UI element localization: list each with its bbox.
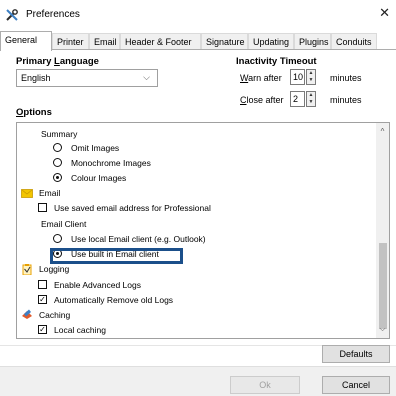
- spin-up-icon[interactable]: ▲: [307, 92, 315, 99]
- close-icon[interactable]: ✕: [379, 6, 390, 19]
- tab-email[interactable]: Email: [89, 33, 120, 50]
- preferences-tools-icon: [6, 9, 18, 21]
- auto-remove-logs-label[interactable]: Automatically Remove old Logs: [54, 295, 173, 305]
- local-caching-label[interactable]: Local caching: [54, 325, 106, 335]
- options-label: Options: [16, 107, 52, 118]
- warn-after-label: Warn after: [240, 73, 282, 83]
- primary-language-label: Primary Language: [16, 56, 99, 67]
- scroll-down-icon[interactable]: ⌵: [376, 324, 389, 334]
- email-client-heading: Email Client: [41, 219, 87, 229]
- colour-images-label[interactable]: Colour Images: [71, 173, 126, 183]
- omit-images-label[interactable]: Omit Images: [71, 143, 119, 153]
- language-select[interactable]: English ⌵: [16, 69, 158, 87]
- title-bar: Preferences ✕: [0, 0, 396, 28]
- monochrome-images-label[interactable]: Monochrome Images: [71, 158, 151, 168]
- use-saved-email-checkbox[interactable]: [38, 203, 47, 212]
- selection-highlight-box: [50, 248, 183, 264]
- footer-bar: Ok Cancel: [0, 366, 396, 396]
- use-saved-email-label[interactable]: Use saved email address for Professional: [54, 203, 211, 213]
- tab-signature[interactable]: Signature: [201, 33, 248, 50]
- email-heading: Email: [39, 188, 61, 198]
- options-scrollbar[interactable]: ^ ⌵: [376, 123, 389, 338]
- tab-plugins[interactable]: Plugins: [294, 33, 331, 50]
- language-selected-value: English: [21, 73, 51, 83]
- scrollbar-thumb[interactable]: [379, 243, 387, 329]
- spin-down-icon[interactable]: ▼: [307, 77, 315, 84]
- close-unit-label: minutes: [330, 95, 362, 105]
- warn-after-input[interactable]: 10: [290, 69, 305, 85]
- local-caching-checkbox[interactable]: ✓: [38, 325, 47, 334]
- omit-images-radio[interactable]: [53, 143, 62, 152]
- tab-updating[interactable]: Updating: [248, 33, 294, 50]
- cancel-button[interactable]: Cancel: [322, 376, 390, 394]
- caching-icon: [22, 309, 32, 319]
- summary-heading: Summary: [41, 129, 78, 139]
- inactivity-timeout-label: Inactivity Timeout: [236, 56, 317, 67]
- tab-strip: General Printer Email Header & Footer Si…: [0, 31, 396, 51]
- caching-heading: Caching: [39, 310, 71, 320]
- tab-header-footer[interactable]: Header & Footer: [120, 33, 201, 50]
- spin-down-icon[interactable]: ▼: [307, 99, 315, 106]
- email-envelope-icon: [21, 189, 33, 198]
- use-local-client-label[interactable]: Use local Email client (e.g. Outlook): [71, 234, 206, 244]
- monochrome-images-radio[interactable]: [53, 158, 62, 167]
- defaults-button[interactable]: Defaults: [322, 345, 390, 363]
- ok-button[interactable]: Ok: [230, 376, 300, 394]
- warn-after-spinner[interactable]: ▲ ▼: [306, 69, 316, 85]
- tab-conduits[interactable]: Conduits: [331, 33, 377, 50]
- spin-up-icon[interactable]: ▲: [307, 70, 315, 77]
- chevron-down-icon: ⌵: [143, 72, 150, 82]
- options-panel[interactable]: Summary Omit Images Monochrome Images Co…: [16, 122, 390, 339]
- close-after-input[interactable]: 2: [290, 91, 305, 107]
- close-after-spinner[interactable]: ▲ ▼: [306, 91, 316, 107]
- logging-heading: Logging: [39, 264, 70, 274]
- window-title: Preferences: [26, 9, 80, 20]
- close-after-label: Close after: [240, 95, 284, 105]
- logging-clipboard-icon: [22, 264, 32, 275]
- tab-divider: [0, 49, 396, 50]
- colour-images-radio[interactable]: [53, 173, 62, 182]
- auto-remove-logs-checkbox[interactable]: ✓: [38, 295, 47, 304]
- enable-advanced-logs-checkbox[interactable]: [38, 280, 47, 289]
- warn-unit-label: minutes: [330, 73, 362, 83]
- use-local-client-radio[interactable]: [53, 234, 62, 243]
- enable-advanced-logs-label[interactable]: Enable Advanced Logs: [54, 280, 141, 290]
- tab-printer[interactable]: Printer: [52, 33, 89, 50]
- scroll-up-icon[interactable]: ^: [376, 127, 389, 136]
- tab-general[interactable]: General: [0, 31, 52, 51]
